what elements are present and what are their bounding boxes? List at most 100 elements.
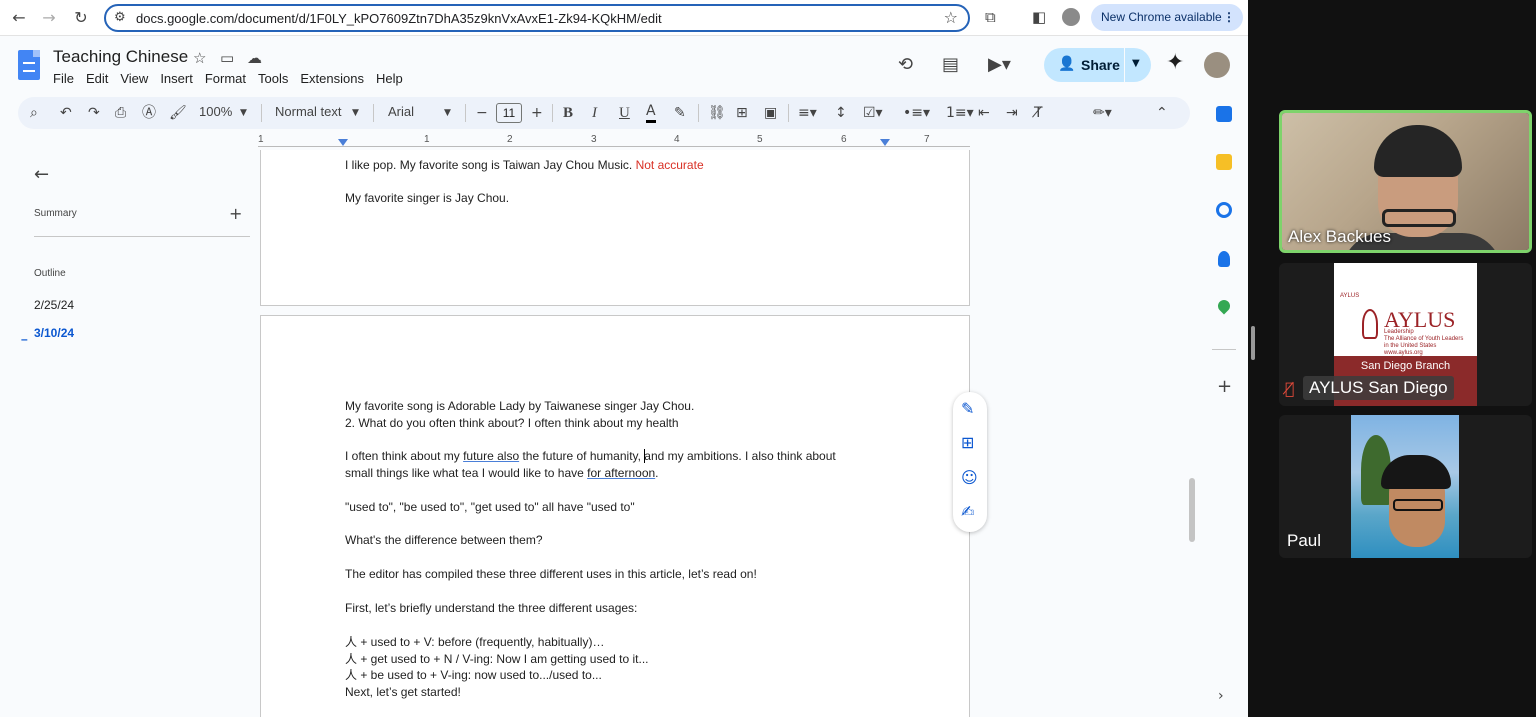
decrease-indent-icon[interactable]: ⇤ (978, 103, 990, 123)
forward-arrow-icon[interactable]: → (38, 7, 60, 29)
doc-line[interactable]: 人 + be used to + V-ing: now used to.../u… (345, 667, 602, 683)
font-dropdown-icon[interactable]: ▼ (444, 103, 451, 123)
participant-tile[interactable]: Alex Backues (1279, 110, 1532, 253)
side-panel-icon[interactable]: ◧ (1032, 8, 1046, 26)
share-button[interactable]: 👤 Share ▼ (1044, 48, 1151, 82)
outline-item-active[interactable]: 3/10/24 (34, 326, 74, 340)
participant-tile[interactable]: AYLUS AYLUS Leadership The Alliance of Y… (1279, 263, 1532, 406)
account-avatar[interactable] (1204, 52, 1230, 78)
back-arrow-icon[interactable]: ← (8, 7, 30, 29)
zoom-select[interactable]: 100% (199, 104, 232, 119)
move-folder-icon[interactable]: ▭ (220, 49, 234, 67)
menu-insert[interactable]: Insert (160, 71, 193, 89)
italic-button[interactable]: I (592, 103, 597, 123)
zoom-dropdown-icon[interactable]: ▼ (240, 103, 247, 123)
tasks-icon[interactable] (1216, 202, 1232, 218)
split-view-handle[interactable] (1251, 326, 1255, 360)
cloud-status-icon[interactable]: ☁ (247, 49, 262, 67)
version-history-icon[interactable]: ⟲ (898, 54, 913, 75)
numbered-list-icon[interactable]: 1≡▾ (946, 103, 974, 123)
doc-line[interactable]: Next, let’s get started! (345, 684, 461, 700)
text-color-button[interactable]: A (646, 103, 656, 123)
bookmark-star-icon[interactable]: ☆ (944, 8, 958, 27)
menu-format[interactable]: Format (205, 71, 246, 89)
line-spacing-icon[interactable]: ↕ (835, 103, 847, 123)
star-icon[interactable]: ☆ (193, 49, 206, 67)
address-bar[interactable]: ⚙ docs.google.com/document/d/1F0LY_kPO76… (104, 4, 970, 32)
checklist-icon[interactable]: ☑▾ (863, 103, 883, 123)
menu-file[interactable]: File (53, 71, 74, 89)
align-left-icon[interactable]: ≡▾ (798, 103, 817, 123)
hide-menus-icon[interactable]: ⌃ (1156, 103, 1168, 123)
doc-line[interactable]: What's the difference between them? (345, 532, 543, 548)
print-icon[interactable]: ⎙ (115, 103, 126, 123)
doc-line[interactable]: My favorite singer is Jay Chou. (345, 190, 509, 206)
add-comment-icon[interactable]: ⊞ (961, 433, 974, 452)
doc-line[interactable]: "used to", "be used to", "get used to" a… (345, 499, 635, 515)
style-dropdown-icon[interactable]: ▼ (352, 103, 359, 123)
maps-icon[interactable] (1215, 297, 1233, 315)
document-page[interactable]: My favorite song is Adorable Lady by Tai… (260, 315, 970, 717)
increase-font-size-icon[interactable]: + (531, 103, 543, 123)
decrease-font-size-icon[interactable]: − (476, 103, 488, 123)
chevron-down-icon[interactable]: ▼ (1132, 58, 1140, 69)
insert-image-icon[interactable]: ▣ (764, 103, 777, 123)
add-summary-icon[interactable]: + (229, 204, 242, 223)
doc-line[interactable]: 人 + get used to + N / V-ing: Now I am ge… (345, 651, 649, 667)
doc-line[interactable]: I often think about my future also the f… (345, 448, 836, 464)
emoji-reaction-icon[interactable]: ☺ (961, 468, 978, 487)
underline-button[interactable]: U (619, 103, 630, 123)
doc-line[interactable]: First, let’s briefly understand the thre… (345, 600, 637, 616)
keep-icon[interactable] (1216, 154, 1232, 170)
ruler[interactable]: 1 1 2 3 4 5 6 7 (258, 134, 970, 150)
menu-view[interactable]: View (120, 71, 148, 89)
get-add-ons-icon[interactable]: + (1217, 376, 1232, 397)
spellcheck-icon[interactable]: Ⓐ (142, 103, 156, 123)
doc-line[interactable]: I like pop. My favorite song is Taiwan J… (345, 157, 704, 173)
doc-line[interactable]: 人 + used to + V: before (frequently, hab… (345, 634, 604, 650)
highlight-color-icon[interactable]: ✎ (674, 103, 686, 123)
calendar-icon[interactable] (1216, 106, 1232, 122)
insert-link-icon[interactable]: ⛓ (708, 103, 726, 123)
editing-mode-icon[interactable]: ✏▾ (1093, 103, 1112, 123)
meet-video-icon[interactable]: ▶▾ (988, 54, 1011, 75)
doc-line[interactable]: 2. What do you often think about? I ofte… (345, 415, 679, 431)
scrollbar-thumb[interactable] (1189, 478, 1195, 542)
add-comment-icon[interactable]: ⊞ (736, 103, 748, 123)
font-size-input[interactable]: 11 (496, 103, 522, 123)
new-chrome-available-button[interactable]: New Chrome available ⋮ (1091, 4, 1243, 31)
menu-tools[interactable]: Tools (258, 71, 288, 89)
profile-avatar[interactable] (1062, 8, 1080, 26)
grammar-suggestion[interactable]: future also (463, 449, 519, 463)
docs-logo-icon[interactable] (18, 50, 40, 80)
paint-format-icon[interactable]: 🖌 (169, 103, 187, 123)
redo-icon[interactable]: ↷ (88, 103, 100, 123)
right-indent-marker[interactable] (880, 139, 890, 146)
bold-button[interactable]: B (563, 103, 573, 123)
menu-edit[interactable]: Edit (86, 71, 108, 89)
doc-line[interactable]: The editor has compiled these three diff… (345, 566, 757, 582)
site-settings-icon[interactable]: ⚙ (114, 10, 126, 25)
show-side-panel-chevron-icon[interactable]: › (1218, 688, 1224, 704)
clear-formatting-icon[interactable]: T̸ (1034, 103, 1043, 123)
increase-indent-icon[interactable]: ⇥ (1006, 103, 1018, 123)
doc-line[interactable]: My favorite song is Adorable Lady by Tai… (345, 398, 694, 414)
reload-icon[interactable]: ↻ (70, 7, 92, 29)
gemini-sparkle-icon[interactable]: ✦ (1166, 50, 1184, 75)
menu-help[interactable]: Help (376, 71, 403, 89)
search-menus-icon[interactable]: ⌕ (30, 103, 38, 123)
document-title[interactable]: Teaching Chinese (53, 47, 188, 67)
grammar-suggestion[interactable]: for afternoon (587, 466, 655, 480)
document-page[interactable]: I like pop. My favorite song is Taiwan J… (260, 150, 970, 306)
font-select[interactable]: Arial (388, 104, 414, 119)
bulleted-list-icon[interactable]: •≡▾ (903, 103, 930, 123)
outline-item[interactable]: 2/25/24 (34, 298, 74, 312)
suggest-edits-icon[interactable]: ✍ (961, 502, 974, 521)
help-me-write-icon[interactable]: ✎ (961, 399, 974, 418)
extensions-icon[interactable]: ⧉ (985, 8, 996, 26)
left-indent-marker[interactable] (338, 139, 348, 146)
paragraph-style-select[interactable]: Normal text (275, 104, 341, 119)
participant-tile[interactable]: Paul (1279, 415, 1532, 558)
contacts-icon[interactable] (1218, 251, 1230, 267)
doc-line[interactable]: small things like what tea I would like … (345, 465, 659, 481)
